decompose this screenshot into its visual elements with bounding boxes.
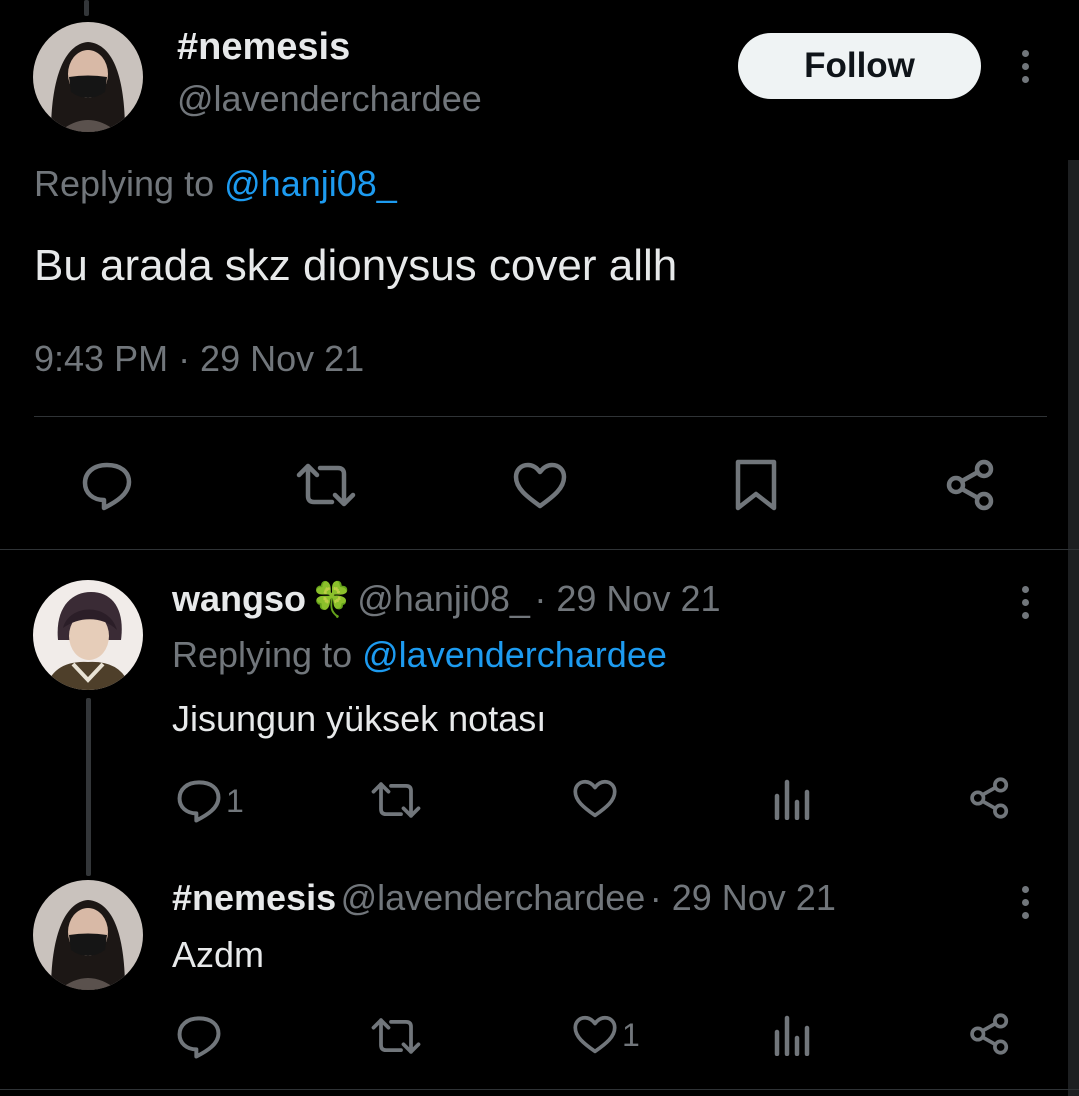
reply-date[interactable]: · 29 Nov 21 [534,578,720,619]
like-icon[interactable] [512,462,568,510]
avatar[interactable] [33,22,143,132]
reply-count: 1 [226,782,244,819]
more-options-icon[interactable] [1020,586,1030,619]
share-icon[interactable] [968,776,1012,820]
reply-text: Jisungun yüksek notası [172,698,547,739]
like-icon[interactable] [572,779,618,819]
like-button[interactable]: 1 [572,1015,640,1055]
retweet-icon[interactable] [371,1016,421,1056]
replying-prefix: Replying to [172,634,353,675]
clover-emoji: 🍀 [310,581,353,619]
tweet-timestamp[interactable]: 9:43 PM · 29 Nov 21 [34,338,364,380]
replying-to-mention[interactable]: @hanji08_ [224,163,397,204]
scrollbar[interactable] [1068,160,1079,1096]
more-options-icon[interactable] [1020,886,1030,919]
replying-to-line: Replying to @hanji08_ [34,163,397,205]
replying-prefix: Replying to [34,163,215,204]
reply-text: Azdm [172,934,265,975]
follow-button[interactable]: Follow [738,33,981,99]
reply-button[interactable]: 1 [174,778,244,824]
like-icon [573,1015,617,1054]
bookmark-icon[interactable] [734,458,778,512]
reply-display-name[interactable]: #nemesis [172,877,336,918]
replying-to-mention[interactable]: @lavenderchardee [362,634,667,675]
reply-handle[interactable]: @hanji08_ [357,578,530,619]
thread-line-top [84,0,89,16]
main-handle[interactable]: @lavenderchardee [177,78,482,120]
reply-icon [177,780,221,823]
reply-icon[interactable] [80,460,134,512]
avatar[interactable] [33,880,143,990]
divider [0,549,1079,550]
thread-connector [86,698,91,876]
replying-to-line: Replying to @lavenderchardee [172,634,667,676]
views-icon[interactable] [773,778,811,820]
main-display-name[interactable]: #nemesis [177,26,350,69]
tweet-thread-page: #nemesis @lavenderchardee Follow Replyin… [0,0,1079,1096]
more-options-icon[interactable] [1020,50,1030,83]
reply-icon[interactable] [174,1014,224,1060]
reply-header: #nemesis @lavenderchardee · 29 Nov 21 [172,877,836,919]
reply-header: wangso 🍀 @hanji08_ · 29 Nov 21 [172,578,721,620]
share-icon[interactable] [944,458,998,512]
reply-display-name[interactable]: wangso [172,578,306,619]
divider [34,416,1047,417]
like-count: 1 [622,1016,640,1053]
share-icon[interactable] [968,1012,1012,1056]
retweet-icon[interactable] [371,780,421,820]
views-icon[interactable] [773,1014,811,1056]
reply-handle[interactable]: @lavenderchardee [341,877,646,918]
reply-date[interactable]: · 29 Nov 21 [650,877,836,918]
retweet-icon[interactable] [296,462,356,508]
tweet-text: Bu arada skz dionysus cover allh [34,241,678,290]
avatar[interactable] [33,580,143,690]
divider [0,1089,1079,1090]
